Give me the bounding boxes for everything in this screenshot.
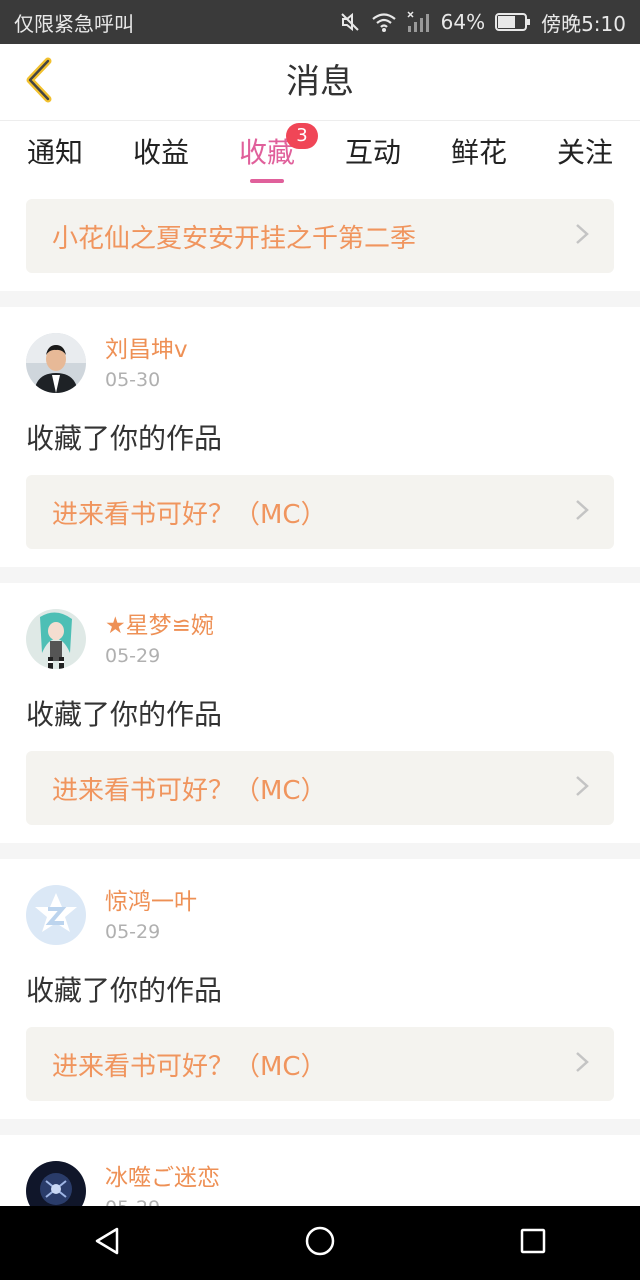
avatar[interactable] xyxy=(26,885,86,945)
divider xyxy=(0,843,640,859)
book-link-card[interactable]: 小花仙之夏安安开挂之千第二季 xyxy=(26,199,614,273)
message-list: 小花仙之夏安安开挂之千第二季 刘昌坤v 05-30 收藏了你的作品 进来看书可好… xyxy=(0,192,640,1206)
signal-icon xyxy=(407,11,431,33)
chevron-right-icon xyxy=(574,1050,590,1078)
date: 05-29 xyxy=(105,921,161,943)
date: 05-30 xyxy=(105,369,161,391)
book-link-card[interactable]: 进来看书可好？（MC） xyxy=(26,751,614,825)
chevron-right-icon xyxy=(574,222,590,250)
favorites-count-badge: 3 xyxy=(286,123,318,149)
list-item: 惊鸿一叶 05-29 收藏了你的作品 进来看书可好？（MC） xyxy=(0,859,640,1119)
action-text: 收藏了你的作品 xyxy=(26,698,223,731)
mute-icon xyxy=(339,11,361,33)
book-title: 进来看书可好？（MC） xyxy=(52,499,327,530)
page-title: 消息 xyxy=(286,62,354,102)
divider xyxy=(0,291,640,307)
avatar[interactable] xyxy=(26,609,86,669)
tab-label: 收益 xyxy=(132,136,189,169)
battery-percent: 64% xyxy=(440,10,486,34)
tab-interaction[interactable]: 互动 xyxy=(328,131,418,183)
date: 05-29 xyxy=(105,645,161,667)
avatar[interactable] xyxy=(26,1161,86,1206)
back-triangle-icon xyxy=(93,1226,121,1260)
chevron-left-icon xyxy=(22,57,54,107)
chevron-right-icon xyxy=(574,498,590,526)
nav-recents-button[interactable] xyxy=(503,1213,563,1273)
tab-notice[interactable]: 通知 xyxy=(10,131,100,183)
active-tab-indicator xyxy=(250,179,284,183)
book-link-card[interactable]: 进来看书可好？（MC） xyxy=(26,1027,614,1101)
status-left-text: 仅限紧急呼叫 xyxy=(14,11,134,36)
battery-icon xyxy=(495,12,531,32)
avatar[interactable] xyxy=(26,333,86,393)
nav-home-button[interactable] xyxy=(290,1213,350,1273)
book-title: 小花仙之夏安安开挂之千第二季 xyxy=(52,223,417,254)
home-circle-icon xyxy=(304,1225,336,1261)
tab-flowers[interactable]: 鲜花 xyxy=(434,131,524,183)
recents-square-icon xyxy=(519,1227,547,1259)
list-item: 冰噬ご迷恋 05-29 xyxy=(0,1135,640,1206)
back-button[interactable] xyxy=(10,54,66,110)
system-nav-bar xyxy=(0,1206,640,1280)
status-bar: 仅限紧急呼叫 64% 傍晚5:10 xyxy=(0,0,640,44)
chevron-right-icon xyxy=(574,774,590,802)
tab-favorites[interactable]: 收藏 3 xyxy=(222,123,318,183)
nav-back-button[interactable] xyxy=(77,1213,137,1273)
book-title: 进来看书可好？（MC） xyxy=(52,1051,327,1082)
list-item: 刘昌坤v 05-30 收藏了你的作品 进来看书可好？（MC） xyxy=(0,307,640,567)
book-title: 进来看书可好？（MC） xyxy=(52,775,327,806)
tab-earnings[interactable]: 收益 xyxy=(116,131,206,183)
tab-bar: 通知 收益 收藏 3 互动 鲜花 关注 xyxy=(0,120,640,192)
divider xyxy=(0,1119,640,1135)
wifi-icon xyxy=(371,11,397,33)
book-link-card[interactable]: 进来看书可好？（MC） xyxy=(26,475,614,549)
username[interactable]: 惊鸿一叶 xyxy=(105,887,197,917)
tab-following[interactable]: 关注 xyxy=(540,131,630,183)
divider xyxy=(0,567,640,583)
action-text: 收藏了你的作品 xyxy=(26,422,223,455)
tab-label: 关注 xyxy=(556,136,613,169)
username[interactable]: ★星梦≌婉 xyxy=(105,611,214,641)
tab-label: 互动 xyxy=(344,136,401,169)
tab-label: 通知 xyxy=(26,136,83,169)
date: 05-29 xyxy=(105,1197,220,1206)
username[interactable]: 刘昌坤v xyxy=(105,335,188,365)
status-time: 傍晚5:10 xyxy=(541,11,626,36)
action-text: 收藏了你的作品 xyxy=(26,974,223,1007)
tab-label: 鲜花 xyxy=(450,136,507,169)
username[interactable]: 冰噬ご迷恋 xyxy=(105,1163,220,1193)
header: 消息 xyxy=(0,44,640,120)
list-item: ★星梦≌婉 05-29 收藏了你的作品 进来看书可好？（MC） xyxy=(0,583,640,843)
